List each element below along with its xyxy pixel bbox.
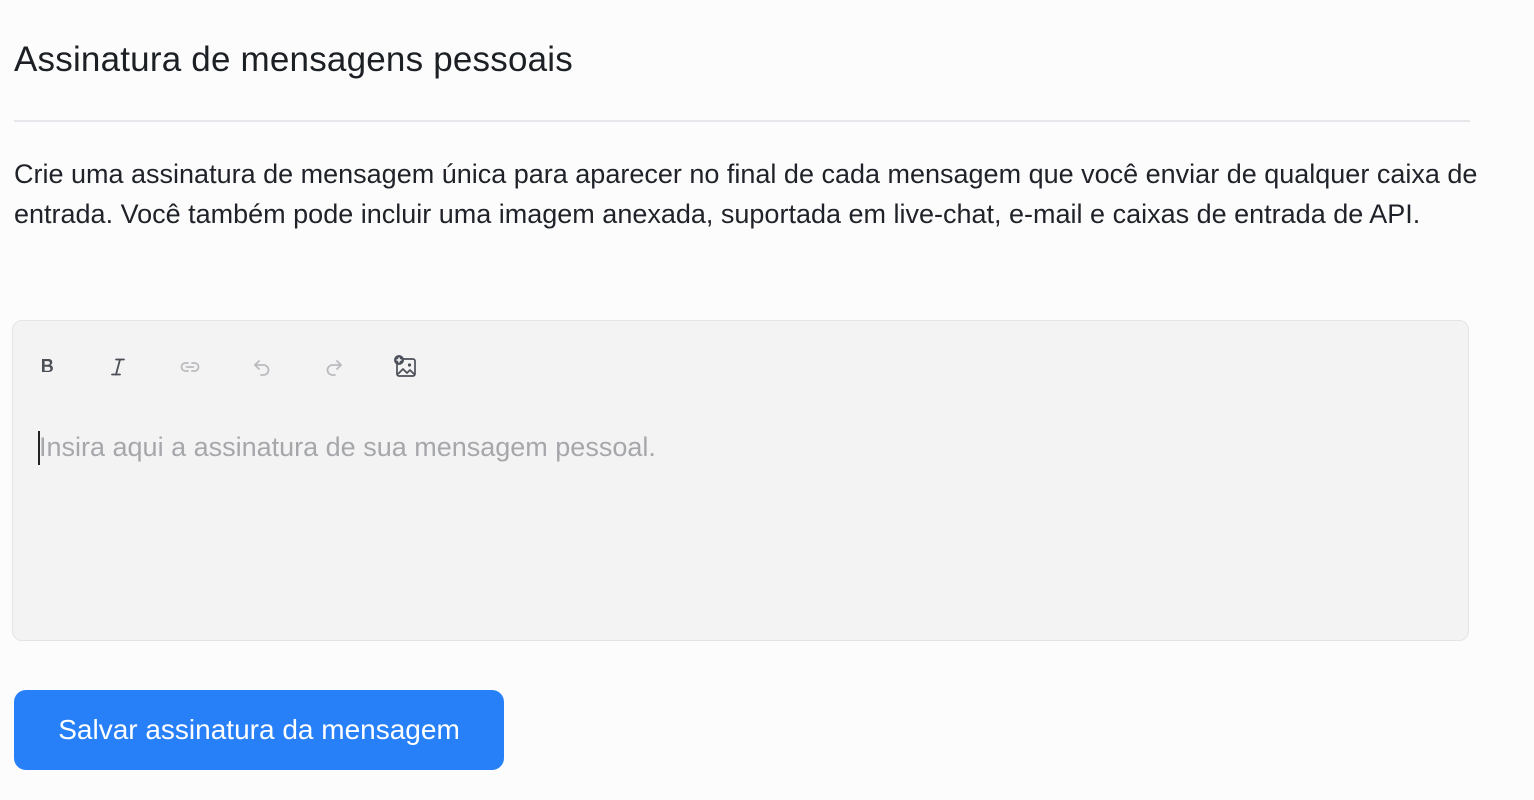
link-button[interactable]: [172, 349, 208, 385]
signature-settings-page: Assinatura de mensagens pessoais Crie um…: [0, 0, 1534, 800]
bold-button[interactable]: [29, 349, 65, 385]
signature-input[interactable]: Insira aqui a assinatura de sua mensagem…: [38, 427, 1448, 620]
redo-button[interactable]: [316, 349, 352, 385]
bold-icon: [37, 356, 57, 378]
title-divider: [14, 120, 1470, 122]
editor-toolbar: [13, 321, 1468, 411]
page-description: Crie uma assinatura de mensagem única pa…: [14, 159, 1478, 229]
save-signature-button[interactable]: Salvar assinatura da mensagem: [14, 690, 504, 770]
undo-icon: [250, 355, 274, 379]
link-icon: [178, 356, 202, 378]
signature-editor: Insira aqui a assinatura de sua mensagem…: [12, 320, 1469, 641]
image-add-icon: [393, 354, 419, 380]
undo-button[interactable]: [244, 349, 280, 385]
italic-button[interactable]: [100, 349, 136, 385]
italic-icon: [107, 356, 129, 378]
redo-icon: [322, 355, 346, 379]
signature-placeholder: Insira aqui a assinatura de sua mensagem…: [39, 432, 656, 462]
page-title: Assinatura de mensagens pessoais: [14, 40, 573, 79]
insert-image-button[interactable]: [388, 349, 424, 385]
